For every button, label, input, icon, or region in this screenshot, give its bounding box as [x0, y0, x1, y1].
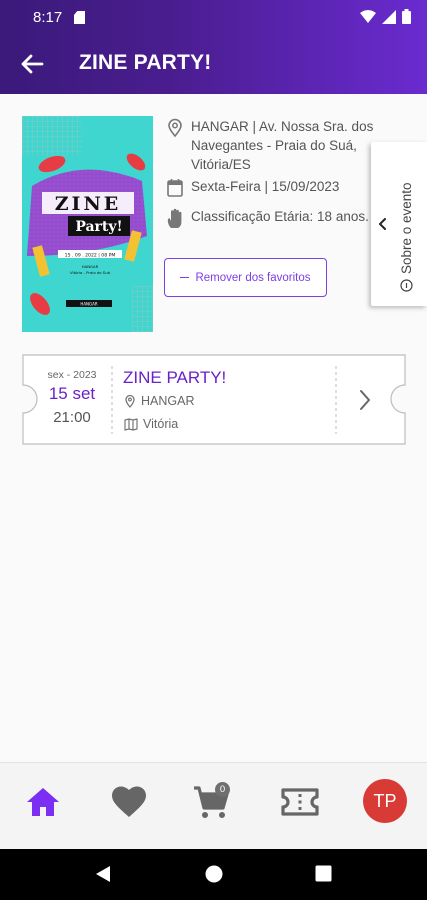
poster-info-2: Vitória - Praia do Suá: [70, 270, 110, 275]
ticket-city-text: Vitória: [143, 417, 179, 431]
event-location-text: HANGAR | Av. Nossa Sra. dos Navegantes -…: [191, 119, 374, 172]
system-home-icon[interactable]: [204, 864, 224, 884]
heart-icon[interactable]: [107, 780, 151, 824]
hand-icon: [167, 208, 182, 228]
ticket-day-month: 15 set: [48, 384, 96, 403]
cart-button[interactable]: 0: [190, 780, 234, 824]
event-date: Sexta-Feira | 15/09/2023: [165, 177, 391, 198]
ticket-venue-text: HANGAR: [141, 394, 195, 408]
calendar-icon: [167, 179, 183, 197]
home-icon[interactable]: [21, 780, 65, 824]
cart-count-badge: 0: [215, 782, 230, 797]
page-title: ZINE PARTY!: [79, 51, 212, 74]
system-back-icon[interactable]: [94, 864, 112, 884]
event-session-card[interactable]: sex - 2023 15 set 21:00 ZINE PARTY! HANG…: [22, 354, 406, 445]
back-arrow-icon[interactable]: [18, 50, 46, 78]
system-recents-icon[interactable]: [315, 865, 332, 882]
event-date-text: Sexta-Feira | 15/09/2023: [191, 179, 340, 194]
remove-favorite-button[interactable]: Remover dos favoritos: [164, 258, 327, 297]
about-event-tab[interactable]: Sobre o evento: [371, 142, 427, 306]
ticket-title: ZINE PARTY!: [123, 368, 227, 387]
remove-favorite-label: Remover dos favoritos: [195, 271, 311, 284]
event-rating: Classificação Etária: 18 anos.: [165, 207, 391, 230]
event-rating-text: Classificação Etária: 18 anos.: [191, 209, 369, 224]
ticket-icon[interactable]: [278, 780, 322, 824]
poster-date: 15 . 09 . 2022 | 08 PM: [65, 253, 116, 259]
system-navigation-bar: [0, 849, 427, 900]
ticket-city: Vitória: [124, 417, 178, 431]
ticket-time: 21:00: [53, 409, 91, 426]
minus-icon: [180, 276, 190, 279]
poster-subtitle: Party!: [75, 219, 122, 235]
event-poster: ZINE Party! 15 . 09 . 2022 | 08 PM HANGA…: [22, 116, 153, 332]
ticket-venue: HANGAR: [124, 394, 194, 408]
app-bar: ZINE PARTY!: [0, 34, 427, 94]
status-time: 8:17: [33, 9, 63, 26]
poster-footer: HANGAR: [80, 302, 98, 307]
status-icons: [360, 9, 411, 24]
poster-title: ZINE: [55, 193, 122, 215]
poster-info-1: HANGAR: [82, 264, 99, 269]
chevron-right-icon: [360, 390, 370, 410]
chevron-left-icon: [379, 218, 386, 230]
about-event-label: Sobre o evento: [399, 182, 414, 274]
location-pin-icon: [125, 394, 135, 408]
minus-circle-icon: [400, 279, 413, 292]
location-pin-icon: [168, 118, 182, 138]
status-bar: 8:17: [0, 0, 427, 34]
battery-icon: [402, 9, 411, 24]
map-icon: [124, 417, 138, 431]
header: 8:17 ZINE PARTY!: [0, 0, 427, 94]
about-event-label-wrap: Sobre o evento: [399, 182, 414, 292]
wifi-icon: [360, 9, 376, 23]
user-avatar[interactable]: TP: [363, 779, 407, 823]
sd-card-icon: [74, 11, 85, 24]
signal-icon: [382, 9, 396, 24]
event-location: HANGAR | Av. Nossa Sra. dos Navegantes -…: [165, 117, 391, 174]
ticket-weekday-year: sex - 2023: [47, 369, 97, 381]
